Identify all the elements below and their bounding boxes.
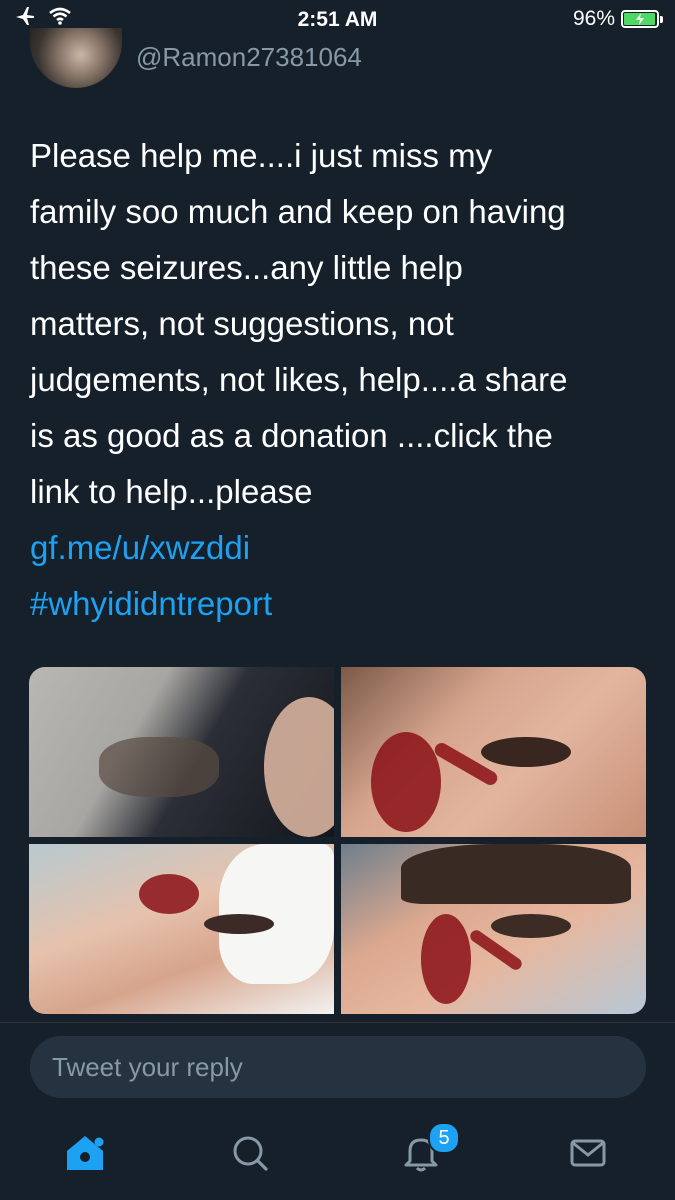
hashtag-link[interactable]: #whyididntreport bbox=[30, 576, 650, 632]
notifications-badge: 5 bbox=[428, 1122, 460, 1154]
tab-notifications[interactable]: 5 bbox=[398, 1122, 460, 1180]
bell-icon bbox=[398, 1138, 444, 1180]
tab-bar: 5 bbox=[0, 1105, 675, 1200]
battery-fill bbox=[624, 13, 655, 25]
tweet-text: Please help me....i just miss my family … bbox=[30, 128, 650, 632]
tab-search[interactable] bbox=[228, 1130, 278, 1180]
tweet-photo-4[interactable] bbox=[341, 844, 646, 1014]
donation-link[interactable]: gf.me/u/xwzddi bbox=[30, 520, 650, 576]
tweet-photo-2[interactable] bbox=[341, 667, 646, 837]
tweet-header: @Ramon27381064 bbox=[30, 28, 650, 88]
media-grid bbox=[29, 667, 646, 1014]
home-icon bbox=[62, 1136, 108, 1180]
tweet-photo-1[interactable] bbox=[29, 667, 334, 837]
battery-charging-icon bbox=[621, 10, 663, 28]
reply-input[interactable]: Tweet your reply bbox=[30, 1036, 646, 1098]
tweet-text-line: family soo much and keep on having bbox=[30, 193, 566, 230]
tweet-text-line: these seizures...any little help bbox=[30, 249, 463, 286]
tweet-text-line: judgements, not likes, help....a share bbox=[30, 361, 568, 398]
user-handle[interactable]: @Ramon27381064 bbox=[136, 42, 362, 73]
tweet-text-line: matters, not suggestions, not bbox=[30, 305, 454, 342]
divider bbox=[0, 1022, 675, 1023]
avatar[interactable] bbox=[30, 28, 122, 88]
tweet-text-line: link to help...please bbox=[30, 473, 313, 510]
tweet-text-line: Please help me....i just miss my bbox=[30, 137, 493, 174]
tweet-photo-3[interactable] bbox=[29, 844, 334, 1014]
search-icon bbox=[228, 1136, 274, 1180]
tab-home[interactable] bbox=[62, 1130, 112, 1180]
tab-messages[interactable] bbox=[565, 1130, 615, 1180]
tweet-text-line: is as good as a donation ....click the bbox=[30, 417, 553, 454]
mail-icon bbox=[565, 1139, 611, 1180]
